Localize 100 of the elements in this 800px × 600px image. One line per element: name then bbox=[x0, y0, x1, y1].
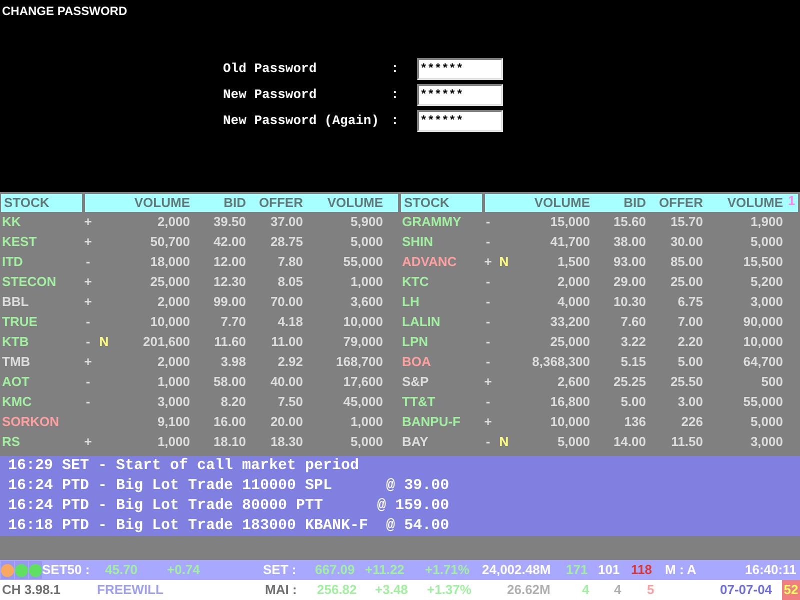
status-value: SET50 : bbox=[42, 562, 90, 578]
table-cell: 25,000 bbox=[150, 274, 190, 290]
stock-symbol[interactable]: TMB bbox=[0, 352, 80, 372]
table-cell: 37.00 bbox=[270, 214, 303, 230]
table-cell: 5,000 bbox=[750, 414, 783, 430]
flag-text: N bbox=[499, 434, 509, 450]
table-cell: 41,700 bbox=[550, 234, 590, 250]
change-sign: + bbox=[84, 214, 92, 230]
change-sign: - bbox=[486, 394, 490, 410]
table-cell: 1,000 bbox=[157, 434, 190, 450]
table-cell: 40.00 bbox=[270, 374, 303, 390]
table-cell: 2.20 bbox=[678, 334, 703, 350]
news-line[interactable]: 16:24 PTD - Big Lot Trade 110000 SPL @ 39.00 bbox=[8, 477, 450, 494]
table-cell: 6.75 bbox=[678, 294, 703, 310]
flag-text: N bbox=[499, 254, 509, 270]
stock-symbol[interactable]: TT&T bbox=[400, 392, 480, 412]
stock-symbol[interactable]: LH bbox=[400, 292, 480, 312]
table-cell: 2,000 bbox=[157, 354, 190, 370]
table-cell: 3,000 bbox=[750, 434, 783, 450]
table-cell: 33,200 bbox=[550, 314, 590, 330]
stock-symbol[interactable]: KTB bbox=[0, 332, 80, 352]
change-sign: + bbox=[84, 354, 92, 370]
change-sign: - bbox=[486, 234, 490, 250]
table-cell: 10,000 bbox=[150, 314, 190, 330]
stock-symbol[interactable]: KMC bbox=[0, 392, 80, 412]
table-cell: 3,000 bbox=[750, 294, 783, 310]
stock-symbol[interactable]: BBL bbox=[0, 292, 80, 312]
stock-symbol[interactable]: LALIN bbox=[400, 312, 480, 332]
status-value: +11.22 bbox=[365, 562, 404, 578]
table-cell: 7.80 bbox=[278, 254, 303, 270]
change-sign: + bbox=[484, 414, 492, 430]
news-line[interactable]: 16:29 SET - Start of call market period bbox=[8, 457, 360, 474]
password-field[interactable]: ****** bbox=[417, 110, 503, 132]
password-field[interactable]: ****** bbox=[417, 58, 503, 80]
stock-symbol[interactable]: ADVANC bbox=[400, 252, 480, 272]
table-cell: 79,000 bbox=[343, 334, 383, 350]
colon-text: : bbox=[391, 86, 400, 104]
change-sign: - bbox=[486, 434, 490, 450]
column-header: VOLUME bbox=[726, 194, 783, 212]
table-cell: 201,600 bbox=[143, 334, 190, 350]
table-cell: 226 bbox=[681, 414, 703, 430]
stock-symbol[interactable]: KEST bbox=[0, 232, 80, 252]
column-header: STOCK bbox=[401, 194, 482, 212]
news-line[interactable]: 16:18 PTD - Big Lot Trade 183000 KBANK-F @ 54.00 bbox=[8, 517, 450, 534]
stock-symbol[interactable]: TRUE bbox=[0, 312, 80, 332]
stock-symbol[interactable]: RS bbox=[0, 432, 80, 452]
status-value: 171 bbox=[566, 562, 588, 578]
stock-symbol[interactable]: SHIN bbox=[400, 232, 480, 252]
stock-symbol[interactable]: BOA bbox=[400, 352, 480, 372]
table-cell: 55,000 bbox=[743, 394, 783, 410]
stock-symbol[interactable]: LPN bbox=[400, 332, 480, 352]
stock-symbol[interactable]: GRAMMY bbox=[400, 212, 480, 232]
table-cell: 2.92 bbox=[278, 354, 303, 370]
status-value: 16:40:11 bbox=[745, 562, 796, 578]
status-value: +1.37% bbox=[427, 582, 472, 598]
stock-symbol[interactable]: SORKON bbox=[0, 412, 80, 432]
table-cell: 4.18 bbox=[278, 314, 303, 330]
status-value: 24,002.48M bbox=[482, 562, 551, 578]
stock-symbol[interactable]: STECON bbox=[0, 272, 80, 292]
status-value: 667.09 bbox=[315, 562, 355, 578]
table-cell: 10,000 bbox=[550, 414, 590, 430]
table-cell: 5,200 bbox=[750, 274, 783, 290]
stock-symbol[interactable]: BANPU-F bbox=[400, 412, 480, 432]
window-title: CHANGE PASSWORD bbox=[1, 3, 128, 20]
table-cell: 30.00 bbox=[670, 234, 703, 250]
table-cell: 2,000 bbox=[157, 294, 190, 310]
status-value: +0.74 bbox=[167, 562, 200, 578]
table-cell: 3.00 bbox=[678, 394, 703, 410]
table-cell: 8.20 bbox=[220, 394, 246, 410]
page-number: 1 bbox=[788, 194, 796, 208]
table-cell: 17,600 bbox=[343, 374, 383, 390]
field-label: New Password (Again) bbox=[223, 112, 380, 130]
status-value: M : A bbox=[665, 562, 696, 578]
table-cell: 2,600 bbox=[557, 374, 590, 390]
stock-symbol[interactable]: ITD bbox=[0, 252, 80, 272]
table-cell: 5,000 bbox=[557, 434, 590, 450]
table-cell: 90,000 bbox=[743, 314, 783, 330]
colon-text: : bbox=[391, 112, 400, 130]
stock-symbol[interactable]: AOT bbox=[0, 372, 80, 392]
stock-symbol[interactable]: KTC bbox=[400, 272, 480, 292]
column-header: VOLUME bbox=[533, 194, 590, 212]
table-cell: 3.22 bbox=[620, 334, 646, 350]
table-cell: 85.00 bbox=[670, 254, 703, 270]
column-header: STOCK bbox=[1, 194, 82, 212]
table-cell: 12.00 bbox=[213, 254, 246, 270]
status-value: 256.82 bbox=[317, 582, 357, 598]
status-value: 07-07-04 bbox=[720, 582, 772, 598]
stock-symbol[interactable]: BAY bbox=[400, 432, 480, 452]
stock-symbol[interactable]: S&P bbox=[400, 372, 480, 392]
table-cell: 15.70 bbox=[670, 214, 703, 230]
stock-symbol[interactable]: KK bbox=[0, 212, 80, 232]
status-value: 101 bbox=[598, 562, 620, 578]
news-line[interactable]: 16:24 PTD - Big Lot Trade 80000 PTT @ 159.00 bbox=[8, 497, 450, 514]
table-cell: 1,500 bbox=[557, 254, 590, 270]
table-cell: 70.00 bbox=[270, 294, 303, 310]
status-value: 4 bbox=[614, 582, 622, 598]
change-sign: - bbox=[86, 254, 90, 270]
table-cell: 15,500 bbox=[743, 254, 783, 270]
table-cell: 5,000 bbox=[350, 434, 383, 450]
password-field[interactable]: ****** bbox=[417, 84, 503, 106]
